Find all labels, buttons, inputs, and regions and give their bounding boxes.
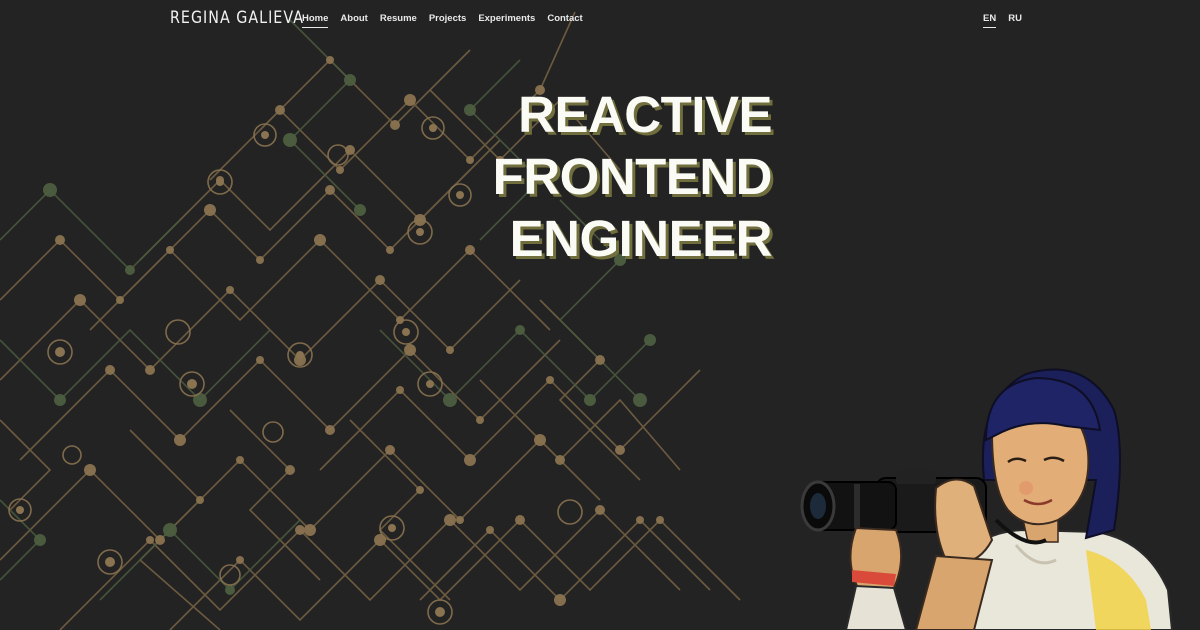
nav-link-contact[interactable]: Contact [547, 13, 582, 28]
hero-line-2: FRONTEND [492, 148, 773, 205]
page: REGINA GALIEVA Home About Resume Project… [0, 0, 1200, 630]
nav-link-projects[interactable]: Projects [429, 13, 467, 28]
top-navigation-bar: REGINA GALIEVA Home About Resume Project… [0, 0, 1200, 40]
nav-link-home[interactable]: Home [302, 13, 329, 28]
hero-line-3: ENGINEER [509, 210, 773, 267]
hero-headline: REACTIVE FRONTEND ENGINEER [492, 84, 773, 270]
nav-link-experiments[interactable]: Experiments [478, 13, 535, 28]
language-switcher: EN RU [983, 13, 1022, 28]
site-logo[interactable]: REGINA GALIEVA [170, 8, 304, 28]
nav-link-resume[interactable]: Resume [380, 13, 417, 28]
nav-link-about[interactable]: About [340, 13, 367, 28]
language-ru[interactable]: RU [1008, 13, 1022, 28]
hero-line-1: REACTIVE [518, 86, 772, 143]
main-nav: Home About Resume Projects Experiments C… [302, 13, 583, 28]
language-en[interactable]: EN [983, 13, 997, 28]
woman-with-camera-illustration [800, 368, 1174, 630]
